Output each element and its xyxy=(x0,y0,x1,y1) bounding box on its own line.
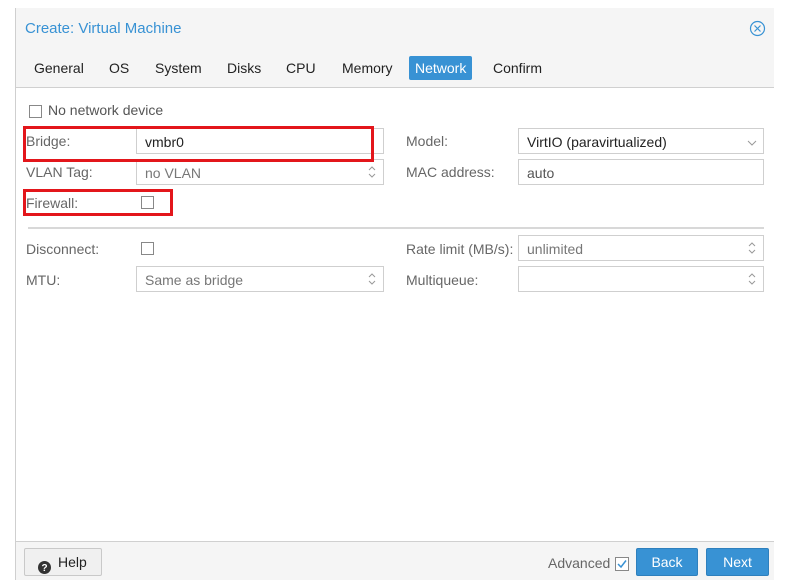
no-network-device-label: No network device xyxy=(48,102,164,118)
rate-limit-value: unlimited xyxy=(527,241,584,257)
advanced-checkbox[interactable] xyxy=(615,557,629,571)
rate-limit-label: Rate limit (MB/s): xyxy=(406,241,514,257)
multiqueue-spinner[interactable] xyxy=(518,266,764,292)
tab-general[interactable]: General xyxy=(28,56,90,80)
dialog-title: Create: Virtual Machine xyxy=(25,20,182,37)
tab-confirm[interactable]: Confirm xyxy=(487,56,548,80)
disconnect-label: Disconnect: xyxy=(26,241,100,257)
dialog-header: Create: Virtual Machine xyxy=(16,8,774,48)
help-icon: ? xyxy=(38,556,51,574)
model-value: VirtIO (paravirtualized) xyxy=(527,134,667,150)
tab-cpu[interactable]: CPU xyxy=(280,56,322,80)
spinner-arrows-icon[interactable] xyxy=(367,165,377,179)
vlan-tag-spinner[interactable]: no VLAN xyxy=(136,159,384,185)
close-icon[interactable] xyxy=(749,20,766,37)
rate-limit-spinner[interactable]: unlimited xyxy=(518,235,764,261)
spinner-arrows-icon[interactable] xyxy=(747,241,757,255)
tab-network[interactable]: Network xyxy=(409,56,473,80)
section-divider xyxy=(28,227,764,229)
create-vm-dialog: Create: Virtual Machine General OS Syste… xyxy=(15,8,774,580)
model-select[interactable]: VirtIO (paravirtualized) xyxy=(518,128,764,154)
chevron-down-icon[interactable] xyxy=(747,136,757,150)
help-button[interactable]: ? Help xyxy=(24,548,102,576)
no-network-device-checkbox[interactable] xyxy=(29,105,42,118)
tab-os[interactable]: OS xyxy=(103,56,135,80)
wizard-tabs: General OS System Disks CPU Memory Netwo… xyxy=(16,48,774,88)
mtu-label: MTU: xyxy=(26,272,61,288)
mac-address-label: MAC address: xyxy=(406,164,495,180)
tab-memory[interactable]: Memory xyxy=(336,56,399,80)
tab-disks[interactable]: Disks xyxy=(221,56,267,80)
advanced-label: Advanced xyxy=(548,555,611,571)
spinner-arrows-icon[interactable] xyxy=(367,272,377,286)
tab-system[interactable]: System xyxy=(149,56,208,80)
multiqueue-label: Multiqueue: xyxy=(406,272,479,288)
svg-text:?: ? xyxy=(41,563,47,574)
mtu-spinner[interactable]: Same as bridge xyxy=(136,266,384,292)
vlan-tag-value: no VLAN xyxy=(145,165,202,181)
spinner-arrows-icon[interactable] xyxy=(747,272,757,286)
dialog-footer: ? Help Advanced Back Next xyxy=(16,541,774,580)
next-button[interactable]: Next xyxy=(706,548,769,576)
model-label: Model: xyxy=(406,133,449,149)
mac-address-input[interactable]: auto xyxy=(518,159,764,185)
disconnect-checkbox[interactable] xyxy=(141,242,154,255)
firewall-highlight-box xyxy=(23,189,173,216)
bridge-highlight-box xyxy=(23,126,374,162)
mtu-value: Same as bridge xyxy=(145,272,244,288)
mac-address-value: auto xyxy=(527,165,555,181)
back-button[interactable]: Back xyxy=(636,548,698,576)
help-label: Help xyxy=(58,554,87,570)
vlan-tag-label: VLAN Tag: xyxy=(26,164,93,180)
